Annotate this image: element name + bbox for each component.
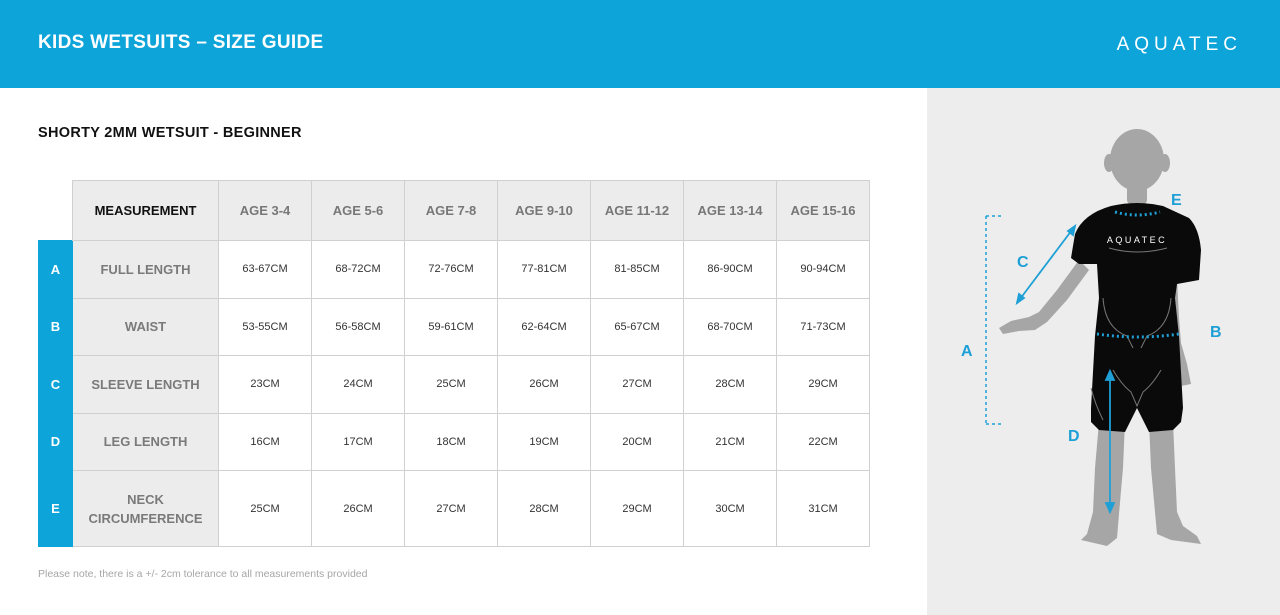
table-cell: 56-58CM xyxy=(311,297,405,356)
table-cell: 17CM xyxy=(311,412,405,471)
table-cell: 20CM xyxy=(590,412,684,471)
table-cell: 19CM xyxy=(497,412,591,471)
brand-logo: AQUATEC xyxy=(1116,34,1242,55)
table-cell: 30CM xyxy=(683,470,777,547)
corner-cell xyxy=(39,181,73,241)
table-cell: 26CM xyxy=(497,355,591,414)
table-cell: 23CM xyxy=(218,355,312,414)
table-cell: 81-85CM xyxy=(590,240,684,299)
table-cell: 18CM xyxy=(404,412,498,471)
wetsuit-brand-text: AQUATEC xyxy=(1107,235,1167,245)
table-cell: 16CM xyxy=(218,412,312,471)
header-bar: KIDS WETSUITS – SIZE GUIDE AQUATEC xyxy=(0,0,1280,88)
row-label-line2: CIRCUMFERENCE xyxy=(88,510,203,526)
age-header: AGE 7-8 xyxy=(404,180,498,241)
row-letter: E xyxy=(38,470,73,547)
table-cell: 68-72CM xyxy=(311,240,405,299)
table-cell: 29CM xyxy=(776,355,870,414)
table-cell: 21CM xyxy=(683,412,777,471)
table-cell: 24CM xyxy=(311,355,405,414)
label-e: E xyxy=(1171,192,1182,209)
table-cell: 71-73CM xyxy=(776,297,870,356)
table-cell: 26CM xyxy=(311,470,405,547)
label-a: A xyxy=(961,343,973,360)
row-label: WAIST xyxy=(72,297,219,356)
table-cell: 27CM xyxy=(590,355,684,414)
row-letter: B xyxy=(38,297,73,356)
row-letter: A xyxy=(38,240,73,299)
table-cell: 86-90CM xyxy=(683,240,777,299)
table-cell: 28CM xyxy=(683,355,777,414)
age-header: AGE 3-4 xyxy=(218,180,312,241)
row-letter: D xyxy=(38,412,73,471)
table-cell: 25CM xyxy=(218,470,312,547)
row-label: LEG LENGTH xyxy=(72,412,219,471)
row-label-line1: NECK xyxy=(127,491,164,507)
table-cell: 28CM xyxy=(497,470,591,547)
table-row-waist: B WAIST 53-55CM 56-58CM 59-61CM 62-64CM … xyxy=(38,297,870,356)
table-cell: 22CM xyxy=(776,412,870,471)
table-row-sleeve-length: C SLEEVE LENGTH 23CM 24CM 25CM 26CM 27CM… xyxy=(38,355,870,414)
age-header: AGE 11-12 xyxy=(590,180,684,241)
age-header: AGE 5-6 xyxy=(311,180,405,241)
wetsuit-figure-illustration: AQUATEC E A B C D xyxy=(961,129,1222,546)
table-cell: 90-94CM xyxy=(776,240,870,299)
table-cell: 62-64CM xyxy=(497,297,591,356)
size-table: MEASUREMENT AGE 3-4 AGE 5-6 AGE 7-8 AGE … xyxy=(38,180,870,547)
table-cell: 53-55CM xyxy=(218,297,312,356)
section-title: SHORTY 2MM WETSUIT - BEGINNER xyxy=(38,125,302,141)
row-letter: C xyxy=(38,355,73,414)
table-row-neck-circumference: E NECK CIRCUMFERENCE 25CM 26CM 27CM 28CM… xyxy=(38,470,870,547)
table-cell: 31CM xyxy=(776,470,870,547)
label-c: C xyxy=(1017,254,1029,271)
label-b: B xyxy=(1210,324,1222,341)
table-cell: 29CM xyxy=(590,470,684,547)
table-cell: 77-81CM xyxy=(497,240,591,299)
page-title: KIDS WETSUITS – SIZE GUIDE xyxy=(38,32,324,53)
row-label: FULL LENGTH xyxy=(72,240,219,299)
table-row-full-length: A FULL LENGTH 63-67CM 68-72CM 72-76CM 77… xyxy=(38,240,870,299)
age-header: AGE 13-14 xyxy=(683,180,777,241)
table-cell: 65-67CM xyxy=(590,297,684,356)
table-cell: 68-70CM xyxy=(683,297,777,356)
table-cell: 63-67CM xyxy=(218,240,312,299)
table-cell: 25CM xyxy=(404,355,498,414)
table-cell: 27CM xyxy=(404,470,498,547)
age-header: AGE 15-16 xyxy=(776,180,870,241)
full-length-measure-line xyxy=(985,215,1001,425)
tolerance-note: Please note, there is a +/- 2cm toleranc… xyxy=(38,568,368,580)
row-label: NECK CIRCUMFERENCE xyxy=(72,470,219,547)
label-d: D xyxy=(1068,428,1080,445)
row-label: SLEEVE LENGTH xyxy=(72,355,219,414)
measurement-header: MEASUREMENT xyxy=(72,180,219,241)
table-row-leg-length: D LEG LENGTH 16CM 17CM 18CM 19CM 20CM 21… xyxy=(38,412,870,471)
table-cell: 72-76CM xyxy=(404,240,498,299)
table-header-row: MEASUREMENT AGE 3-4 AGE 5-6 AGE 7-8 AGE … xyxy=(39,180,870,241)
table-cell: 59-61CM xyxy=(404,297,498,356)
age-header: AGE 9-10 xyxy=(497,180,591,241)
